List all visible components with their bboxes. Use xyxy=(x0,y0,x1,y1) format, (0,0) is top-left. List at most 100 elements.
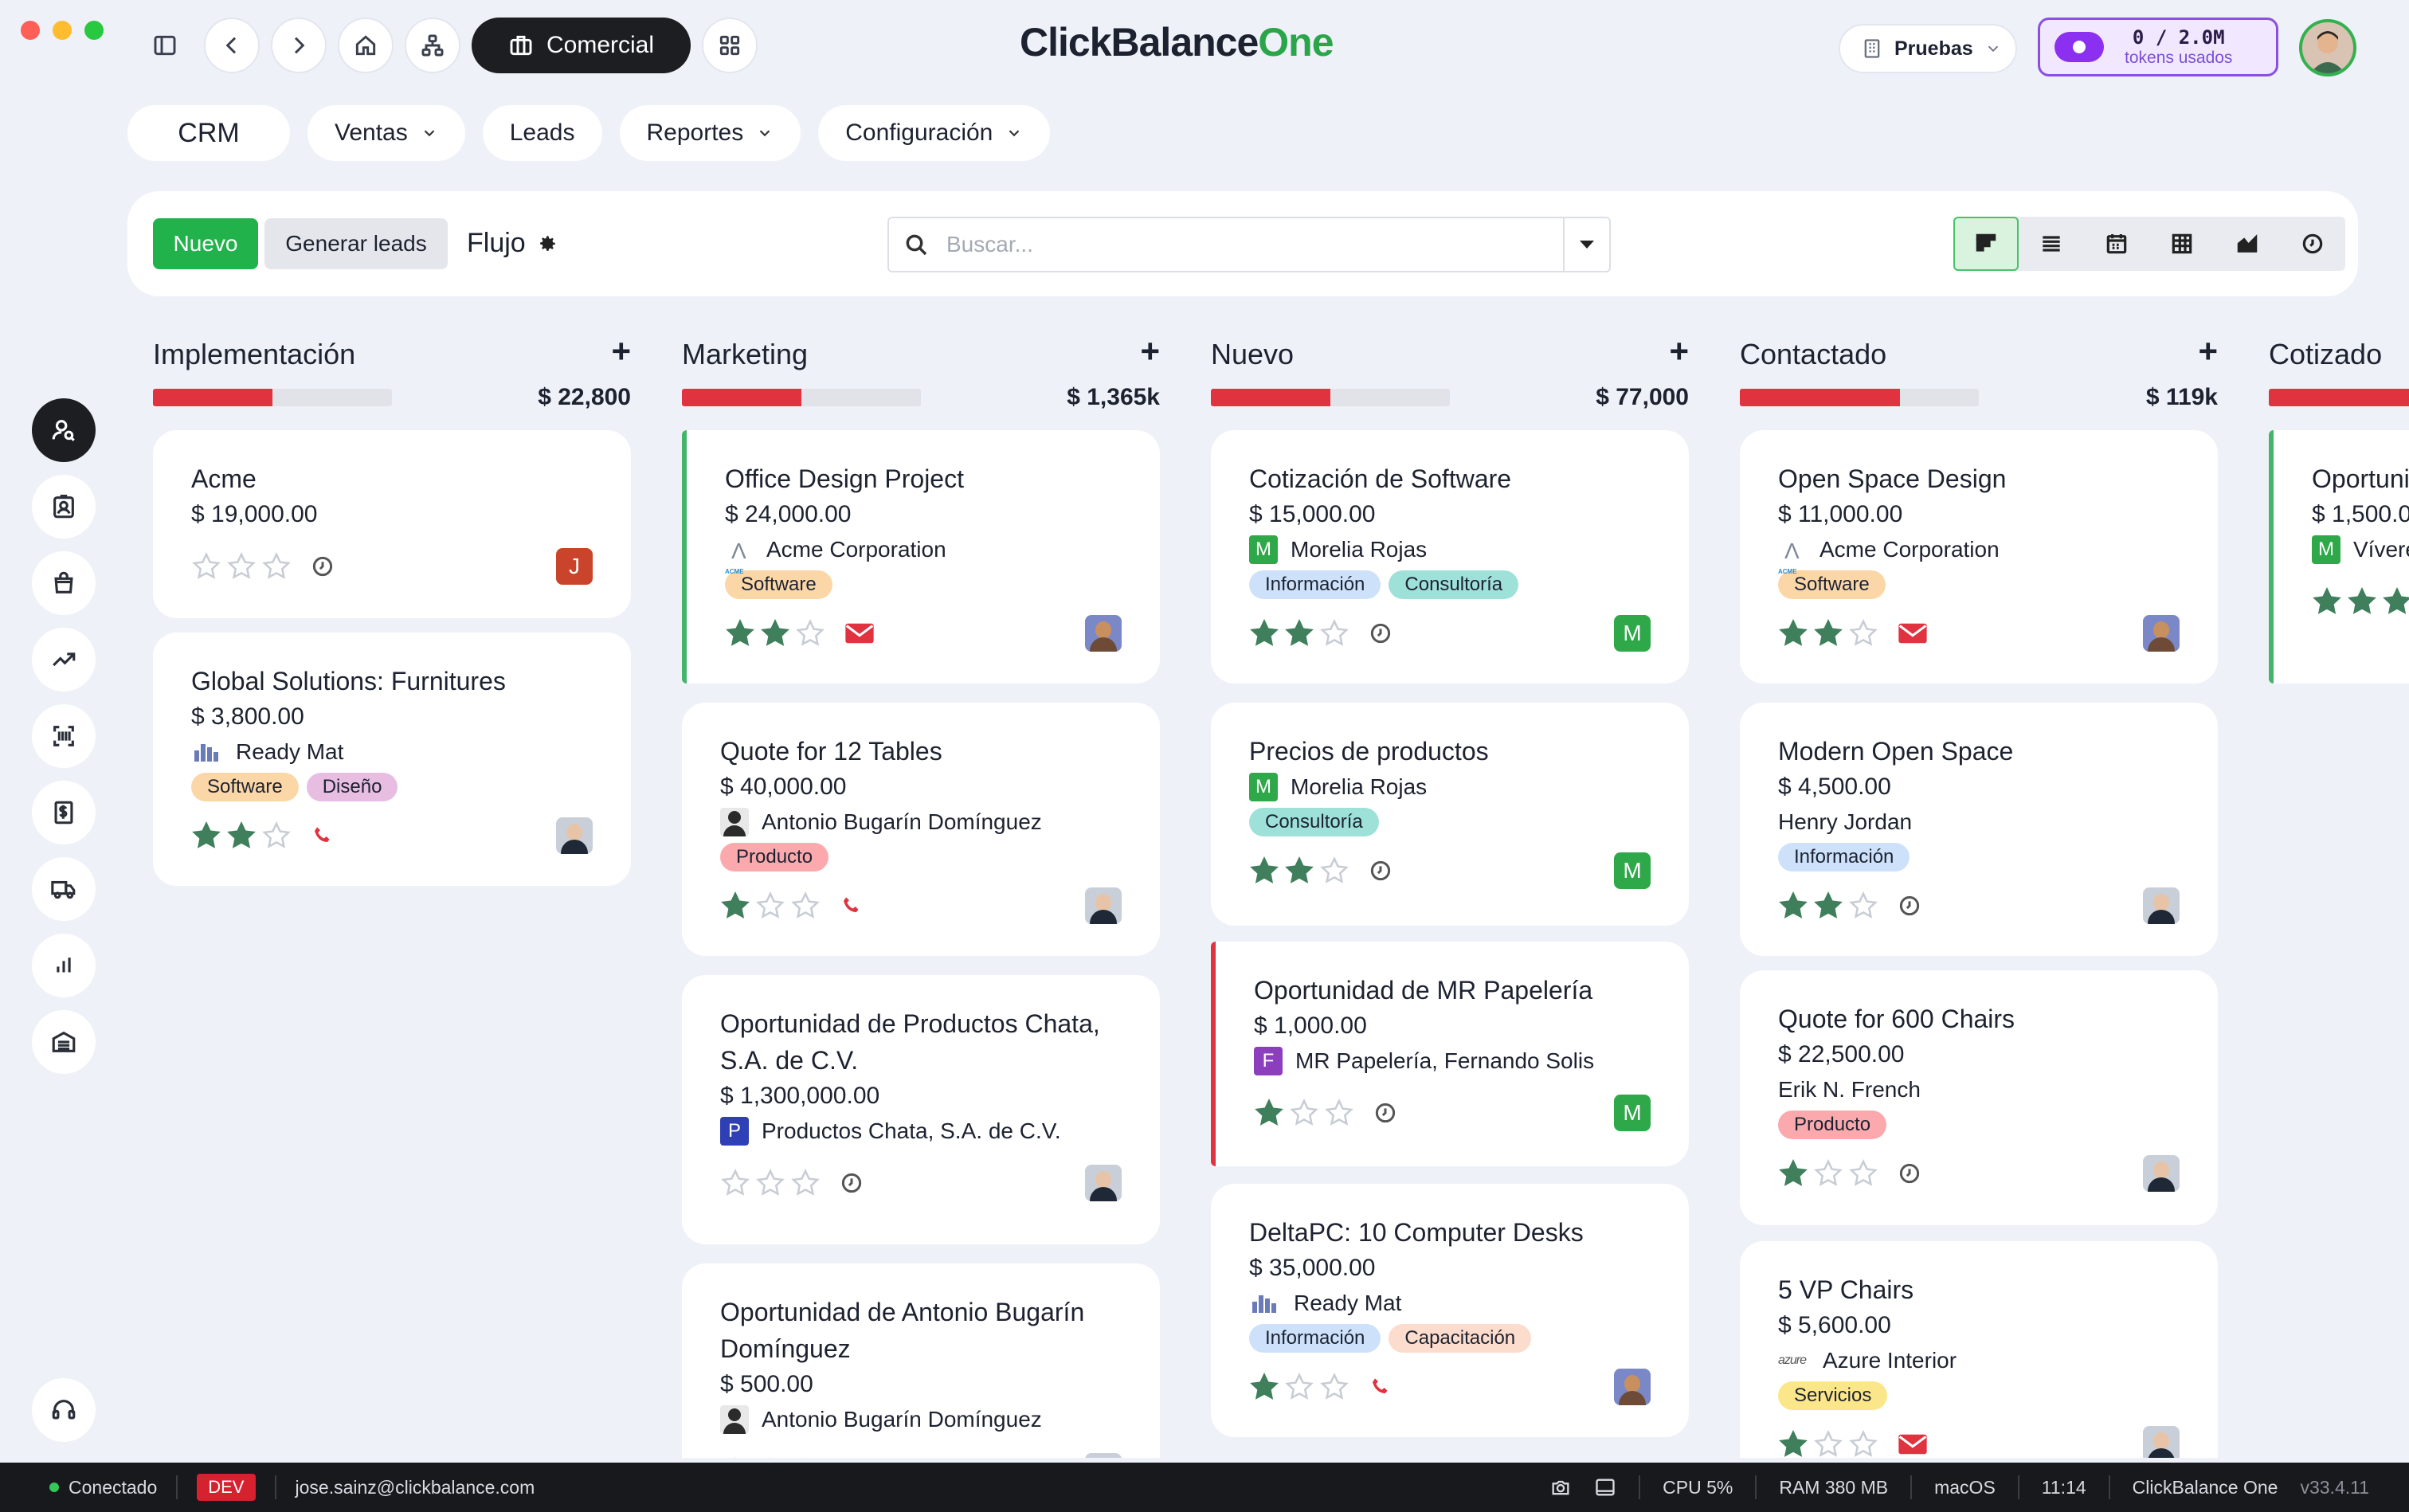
star-icon[interactable] xyxy=(1319,856,1349,886)
new-button[interactable]: Nuevo xyxy=(153,218,258,269)
user-avatar[interactable] xyxy=(2299,19,2356,76)
search-input[interactable] xyxy=(946,232,1536,257)
star-icon[interactable] xyxy=(755,1456,785,1458)
envelope-icon[interactable] xyxy=(1898,621,1928,645)
phone-icon[interactable] xyxy=(840,894,864,918)
star-icon[interactable] xyxy=(1249,618,1279,648)
apps-grid-button[interactable] xyxy=(702,18,758,73)
star-icon[interactable] xyxy=(1289,1098,1319,1128)
star-icon[interactable] xyxy=(1249,1372,1279,1402)
star-icon[interactable] xyxy=(1778,891,1808,921)
star-icon[interactable] xyxy=(2347,586,2377,617)
star-icon[interactable] xyxy=(1813,618,1843,648)
salesperson-avatar[interactable]: J xyxy=(556,548,593,585)
star-icon[interactable] xyxy=(755,891,785,921)
gear-icon[interactable] xyxy=(537,233,558,254)
sidebar-item-shop[interactable] xyxy=(32,551,96,615)
star-icon[interactable] xyxy=(1778,1158,1808,1189)
opportunity-card[interactable]: Oportunidad de Abarrotes $ 1,500.00 M Víver… xyxy=(2269,430,2409,684)
star-icon[interactable] xyxy=(760,618,790,648)
star-icon[interactable] xyxy=(191,821,221,851)
salesperson-avatar[interactable] xyxy=(1614,1369,1651,1405)
opportunity-card[interactable]: Quote for 600 Chairs $ 22,500.00 Erik N. F… xyxy=(1740,970,2218,1225)
star-icon[interactable] xyxy=(1813,1429,1843,1458)
clock-icon[interactable] xyxy=(1898,894,1921,918)
opportunity-card[interactable]: Oportunidad de Antonio Bugarín Domínguez… xyxy=(682,1263,1160,1458)
maximize-window-button[interactable] xyxy=(84,21,104,40)
star-icon[interactable] xyxy=(720,891,750,921)
star-icon[interactable] xyxy=(790,1456,821,1458)
opportunity-card[interactable]: Precios de productos M Morelia Rojas Consul… xyxy=(1211,703,1689,926)
star-icon[interactable] xyxy=(261,821,292,851)
calendar-view-button[interactable] xyxy=(2084,217,2149,271)
phone-icon[interactable] xyxy=(1369,1375,1393,1399)
star-icon[interactable] xyxy=(755,1168,785,1198)
star-icon[interactable] xyxy=(795,618,825,648)
star-icon[interactable] xyxy=(1319,618,1349,648)
add-card-button[interactable]: + xyxy=(2198,335,2218,368)
star-icon[interactable] xyxy=(1249,856,1279,886)
star-icon[interactable] xyxy=(790,891,821,921)
star-icon[interactable] xyxy=(1284,856,1314,886)
star-icon[interactable] xyxy=(1848,1158,1878,1189)
star-icon[interactable] xyxy=(226,551,257,582)
clock-icon[interactable] xyxy=(840,1171,864,1195)
opportunity-card[interactable]: Open Space Design $ 11,000.00 Acme Corpora… xyxy=(1740,430,2218,684)
opportunity-card[interactable]: Modern Open Space $ 4,500.00 Henry Jordan I… xyxy=(1740,703,2218,956)
star-icon[interactable] xyxy=(1778,618,1808,648)
star-icon[interactable] xyxy=(1778,1429,1808,1458)
sidebar-item-contacts[interactable] xyxy=(32,398,96,462)
star-icon[interactable] xyxy=(720,1456,750,1458)
sidebar-item-scanner[interactable] xyxy=(32,704,96,768)
salesperson-avatar[interactable] xyxy=(1085,887,1122,924)
phone-icon[interactable] xyxy=(311,824,335,848)
star-icon[interactable] xyxy=(1284,618,1314,648)
sidebar-item-support[interactable] xyxy=(32,1378,96,1442)
opportunity-card[interactable]: Global Solutions: Furnitures $ 3,800.00 Re… xyxy=(153,633,631,886)
opportunity-card[interactable]: Office Design Project $ 24,000.00 Acme Cor… xyxy=(682,430,1160,684)
clock-icon[interactable] xyxy=(1373,1101,1397,1125)
activity-view-button[interactable] xyxy=(2280,217,2345,271)
menu-leads[interactable]: Leads xyxy=(482,105,602,161)
salesperson-avatar[interactable] xyxy=(556,817,593,854)
add-card-button[interactable]: + xyxy=(1669,335,1689,368)
opportunity-card[interactable]: Acme $ 19,000.00 J xyxy=(153,430,631,618)
salesperson-avatar[interactable] xyxy=(2143,887,2180,924)
clock-icon[interactable] xyxy=(1369,621,1393,645)
star-icon[interactable] xyxy=(790,1168,821,1198)
star-icon[interactable] xyxy=(226,821,257,851)
list-view-button[interactable] xyxy=(2019,217,2084,271)
screen-icon[interactable] xyxy=(1594,1476,1616,1498)
star-icon[interactable] xyxy=(1324,1098,1354,1128)
kanban-view-button[interactable] xyxy=(1953,217,2019,271)
toggle-sidebar-button[interactable] xyxy=(137,18,193,73)
star-icon[interactable] xyxy=(2312,586,2342,617)
opportunity-card[interactable]: Oportunidad de Productos Chata, S.A. de … xyxy=(682,975,1160,1244)
star-icon[interactable] xyxy=(1813,891,1843,921)
generate-leads-button[interactable]: Generar leads xyxy=(264,218,448,269)
clock-icon[interactable] xyxy=(311,554,335,578)
salesperson-avatar[interactable] xyxy=(1085,1165,1122,1201)
salesperson-avatar[interactable]: M xyxy=(1614,615,1651,652)
salesperson-avatar[interactable] xyxy=(2143,615,2180,652)
opportunity-card[interactable]: Oportunidad de MR Papelería $ 1,000.00 F MR… xyxy=(1211,942,1689,1166)
environment-selector[interactable]: Pruebas xyxy=(1839,24,2017,73)
add-card-button[interactable]: + xyxy=(1140,335,1160,368)
envelope-icon[interactable] xyxy=(844,621,875,645)
menu-crm[interactable]: CRM xyxy=(127,105,290,161)
star-icon[interactable] xyxy=(725,618,755,648)
star-icon[interactable] xyxy=(2382,586,2409,617)
star-icon[interactable] xyxy=(191,551,221,582)
star-icon[interactable] xyxy=(720,1168,750,1198)
menu-configuracion[interactable]: Configuración xyxy=(818,105,1051,161)
back-button[interactable] xyxy=(204,18,260,73)
salesperson-avatar[interactable]: M xyxy=(1614,1095,1651,1131)
sidebar-item-delivery[interactable] xyxy=(32,857,96,921)
salesperson-avatar[interactable]: M xyxy=(1614,852,1651,889)
envelope-icon[interactable] xyxy=(1898,1432,1928,1456)
salesperson-avatar[interactable] xyxy=(2143,1155,2180,1192)
forward-button[interactable] xyxy=(271,18,327,73)
star-icon[interactable] xyxy=(1848,1429,1878,1458)
clock-icon[interactable] xyxy=(1898,1161,1921,1185)
home-button[interactable] xyxy=(338,18,394,73)
